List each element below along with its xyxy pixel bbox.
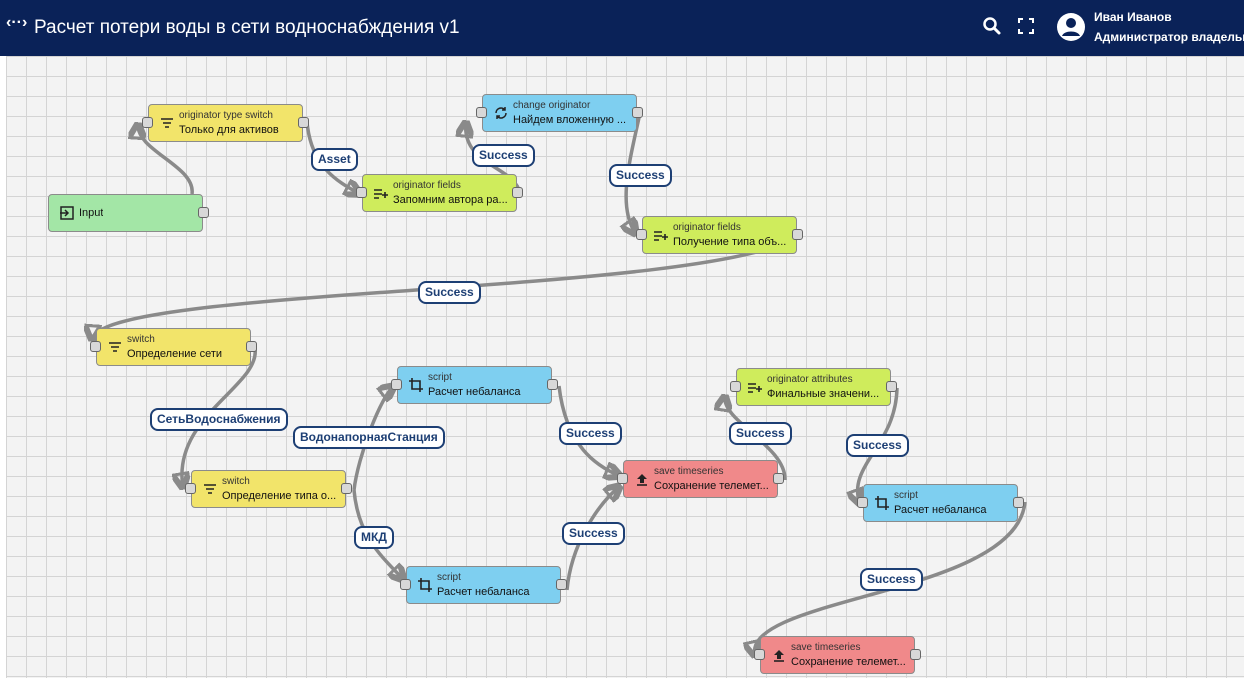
input-port[interactable]	[857, 497, 868, 508]
transform-icon	[409, 378, 423, 392]
output-port[interactable]	[341, 483, 352, 494]
node-type: originator fields	[393, 180, 461, 191]
input-port[interactable]	[476, 107, 487, 118]
edge-label[interactable]: Success	[729, 422, 792, 445]
output-port[interactable]	[792, 229, 803, 240]
node-name: Сохранение телемет...	[654, 480, 769, 492]
rule-chain-canvas[interactable]: Input originator type switch Только для …	[6, 56, 1244, 678]
filter-icon	[204, 484, 216, 494]
node-name: Финальные значени...	[767, 388, 880, 400]
output-port[interactable]	[298, 117, 309, 128]
input-port[interactable]	[754, 649, 765, 660]
node-name: Расчет небаланса	[894, 504, 987, 516]
edge-label[interactable]: ВодонапорнаяСтанция	[293, 426, 445, 449]
edge-label[interactable]: Success	[559, 422, 622, 445]
rule-node[interactable]: script Расчет небаланса	[400, 566, 567, 604]
rule-node[interactable]: change originator Найдем вложенную ...	[476, 94, 643, 132]
output-port[interactable]	[1013, 497, 1024, 508]
node-name: Получение типа объ...	[673, 236, 787, 248]
input-port[interactable]	[617, 473, 628, 484]
transform-icon	[875, 496, 889, 510]
output-port[interactable]	[886, 381, 897, 392]
user-role: Администратор владельца	[1094, 30, 1244, 44]
input-port[interactable]	[142, 117, 153, 128]
node-type: originator fields	[673, 222, 741, 233]
output-port[interactable]	[547, 379, 558, 390]
node-name: Расчет небаланса	[428, 386, 521, 398]
rule-node[interactable]: save timeseries Сохранение телемет...	[754, 636, 921, 674]
edge-label[interactable]: Success	[562, 522, 625, 545]
enrichment-icon	[374, 189, 388, 199]
enrichment-icon	[654, 231, 668, 241]
input-node[interactable]: Input	[48, 194, 209, 232]
account-circle-icon[interactable]	[1056, 12, 1086, 47]
rule-node[interactable]: switch Определение типа о...	[185, 470, 352, 508]
edge-label[interactable]: Success	[846, 434, 909, 457]
output-port[interactable]	[198, 207, 209, 218]
page-title: Расчет потери воды в сети водноснабждени…	[34, 17, 460, 38]
change-originator-icon	[495, 107, 507, 119]
node-name: Определение сети	[127, 348, 223, 360]
rule-node[interactable]: originator fields Получение типа объ...	[636, 216, 803, 254]
node-name: Найдем вложенную ...	[513, 114, 627, 126]
node-name: Сохранение телемет...	[791, 656, 906, 668]
filter-icon	[161, 118, 173, 128]
node-type: save timeseries	[791, 642, 861, 653]
output-port[interactable]	[246, 341, 257, 352]
filter-icon	[109, 342, 121, 352]
upload-icon	[774, 650, 784, 662]
connection-wires	[6, 112, 1027, 678]
node-name: Расчет небаланса	[437, 586, 530, 598]
node-type: script	[437, 572, 461, 583]
top-bar: ‹··› Расчет потери воды в сети водноснаб…	[0, 0, 1244, 56]
node-type: switch	[127, 334, 155, 345]
user-name: Иван Иванов	[1094, 10, 1172, 24]
rule-node[interactable]: originator type switch Только для активо…	[142, 104, 309, 142]
transform-icon	[418, 578, 432, 592]
edge-label[interactable]: Success	[609, 164, 672, 187]
rule-node[interactable]: script Расчет небаланса	[391, 366, 558, 404]
input-port[interactable]	[730, 381, 741, 392]
node-type: switch	[222, 476, 250, 487]
edge-label[interactable]: Success	[860, 568, 923, 591]
edge-label[interactable]: СетьВодоснабжения	[150, 408, 288, 431]
rule-node[interactable]: originator fields Запомним автора ра...	[356, 174, 523, 212]
node-type: change originator	[513, 100, 591, 111]
upload-icon	[637, 474, 647, 486]
node-type: originator attributes	[767, 374, 853, 385]
input-port[interactable]	[90, 341, 101, 352]
input-port[interactable]	[356, 187, 367, 198]
output-port[interactable]	[910, 649, 921, 660]
node-type: script	[428, 372, 452, 383]
node-type: script	[894, 490, 918, 501]
input-port[interactable]	[400, 579, 411, 590]
output-port[interactable]	[512, 187, 523, 198]
enrichment-icon	[748, 383, 762, 393]
input-port[interactable]	[185, 483, 196, 494]
node-name: Запомним автора ра...	[393, 194, 508, 206]
rule-node[interactable]: save timeseries Сохранение телемет...	[617, 460, 784, 498]
input-icon	[60, 206, 74, 220]
node-name: Определение типа о...	[222, 490, 337, 502]
node-type: save timeseries	[654, 466, 724, 477]
edge-label[interactable]: Success	[472, 144, 535, 167]
output-port[interactable]	[556, 579, 567, 590]
output-port[interactable]	[632, 107, 643, 118]
rule-node[interactable]: switch Определение сети	[90, 328, 257, 366]
input-port[interactable]	[636, 229, 647, 240]
input-port[interactable]	[391, 379, 402, 390]
edge-label[interactable]: Asset	[311, 148, 358, 171]
back-button[interactable]: ‹··›	[6, 14, 27, 32]
node-type: originator type switch	[179, 110, 273, 121]
rule-node[interactable]: script Расчет небаланса	[857, 484, 1024, 522]
search-icon[interactable]	[982, 16, 1002, 41]
output-port[interactable]	[773, 473, 784, 484]
edge-label[interactable]: МКД	[354, 526, 394, 549]
node-name: Только для активов	[179, 124, 279, 136]
node-label: Input	[79, 207, 104, 219]
rule-node[interactable]: originator attributes Финальные значени.…	[730, 368, 897, 406]
edge-label[interactable]: Success	[418, 281, 481, 304]
fullscreen-icon[interactable]	[1018, 18, 1034, 39]
